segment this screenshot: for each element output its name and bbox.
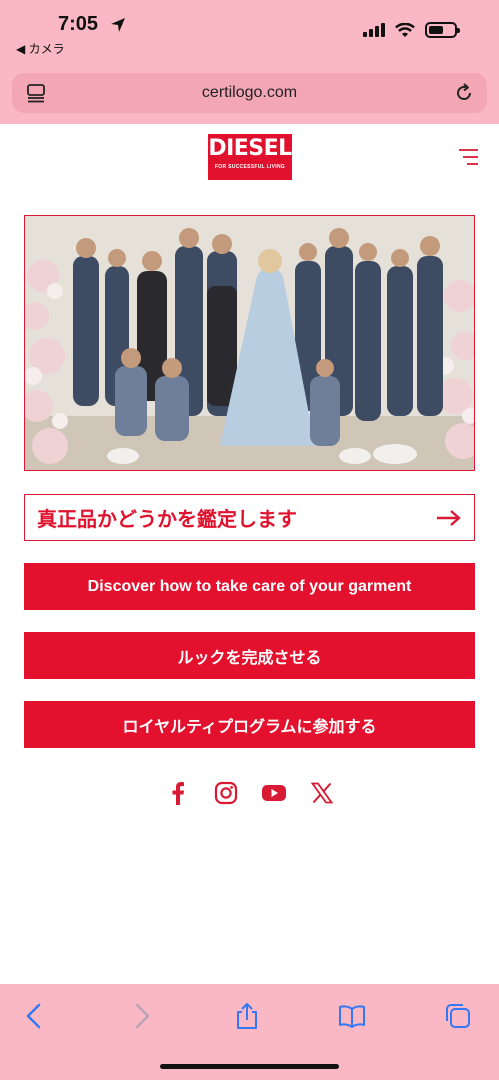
campaign-photo: [24, 215, 475, 471]
cellular-signal-icon: [363, 23, 385, 37]
garment-care-button[interactable]: Discover how to take care of your garmen…: [24, 563, 475, 610]
tabs-icon[interactable]: [444, 1002, 472, 1030]
instagram-icon[interactable]: [213, 780, 239, 806]
address-bar[interactable]: certilogo.com: [12, 73, 487, 113]
authenticate-product-button[interactable]: 真正品かどうかを鑑定します: [24, 494, 475, 541]
forward-icon[interactable]: [128, 1002, 156, 1030]
youtube-icon[interactable]: [261, 780, 287, 806]
bookmarks-icon[interactable]: [338, 1002, 366, 1030]
back-to-app-link[interactable]: ◀ カメラ: [16, 40, 65, 57]
battery-icon: [425, 22, 460, 38]
home-indicator[interactable]: [160, 1064, 339, 1069]
browser-top-chrome: 7:05 ◀ カメラ certilogo.com: [0, 0, 499, 124]
status-time: 7:05: [58, 13, 99, 35]
authenticate-label: 真正品かどうかを鑑定します: [37, 509, 297, 531]
hamburger-menu-icon[interactable]: [457, 148, 479, 166]
reload-icon[interactable]: [453, 82, 475, 104]
logo-tagline: FOR SUCCESSFUL LIVING: [214, 164, 286, 170]
complete-the-look-button[interactable]: ルックを完成させる: [24, 632, 475, 679]
social-links: [0, 780, 499, 806]
share-icon[interactable]: [233, 1002, 261, 1030]
diesel-logo[interactable]: DIESEL FOR SUCCESSFUL LIVING: [208, 134, 292, 180]
x-icon[interactable]: [309, 780, 335, 806]
arrow-right-icon: [437, 509, 461, 526]
facebook-icon[interactable]: [165, 780, 191, 806]
status-indicators: [363, 22, 460, 38]
back-icon[interactable]: [20, 1002, 48, 1030]
url-text: certilogo.com: [201, 84, 298, 101]
wifi-icon: [395, 22, 415, 37]
location-arrow-icon: [111, 18, 125, 32]
loyalty-program-button[interactable]: ロイヤルティプログラムに参加する: [24, 701, 475, 748]
logo-wordmark: DIESEL: [208, 136, 292, 161]
